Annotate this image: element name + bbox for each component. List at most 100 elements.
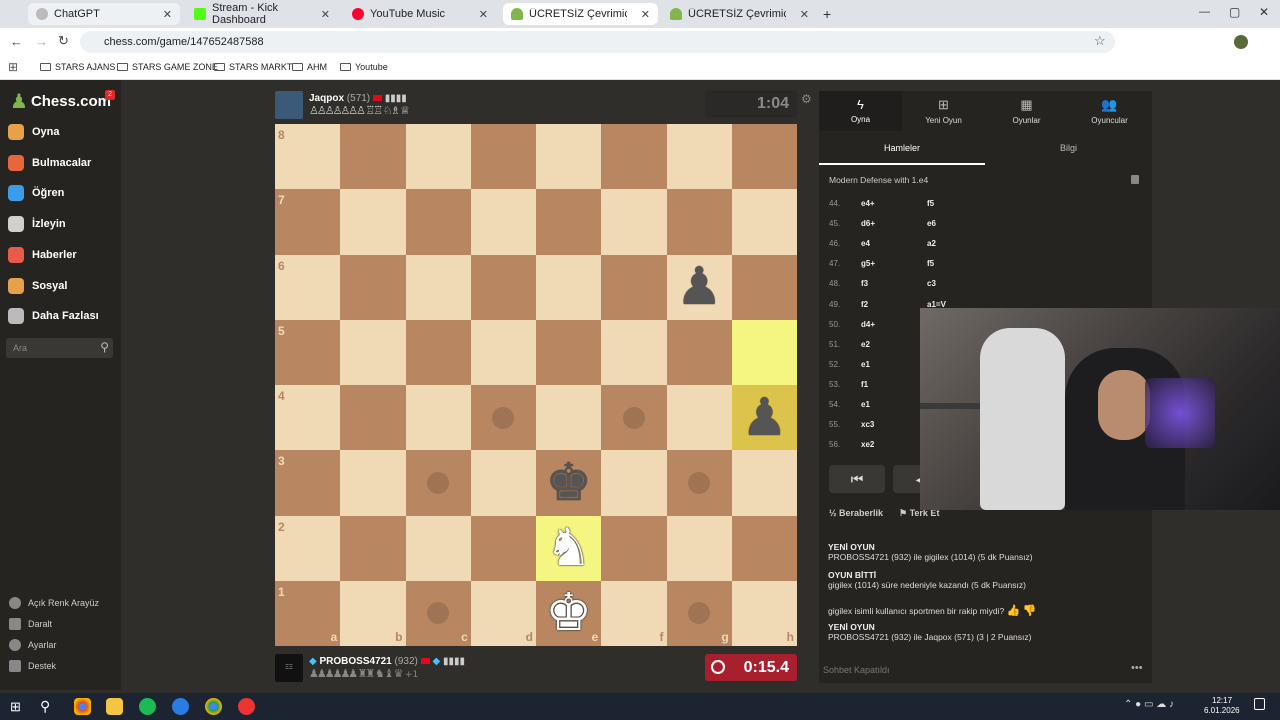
bookmark-youtube[interactable]: Youtube (340, 62, 388, 72)
black-move[interactable]: f5 (927, 259, 987, 268)
move-hint-dot[interactable] (688, 471, 711, 494)
chrome-icon[interactable] (74, 698, 91, 715)
light-theme-toggle[interactable]: Açık Renk Arayüz (9, 597, 99, 609)
move-hint-dot[interactable] (492, 406, 515, 429)
collapse-button[interactable]: Daralt (9, 618, 52, 630)
first-move-button[interactable]: ⏮ (829, 465, 885, 493)
tab-players[interactable]: 👥 Oyuncular (1068, 91, 1151, 131)
folder-icon[interactable] (106, 698, 123, 715)
app-icon[interactable] (172, 698, 189, 715)
square-d8[interactable] (470, 124, 536, 190)
avatar[interactable]: ΞΞ (275, 654, 303, 682)
white-move[interactable]: e1 (861, 400, 927, 409)
square-h1[interactable]: h (731, 580, 797, 646)
square-f7[interactable] (601, 189, 667, 255)
white-move[interactable]: f1 (861, 380, 927, 389)
square-b7[interactable] (340, 189, 406, 255)
settings-button[interactable]: Ayarlar (9, 639, 56, 651)
tab-games[interactable]: ▦ Oyunlar (985, 91, 1068, 131)
search-icon[interactable]: ⚲ (40, 698, 50, 715)
profile-avatar[interactable] (1234, 35, 1248, 49)
board-settings-icon[interactable]: ⚙ (801, 92, 812, 106)
square-e8[interactable] (536, 124, 602, 190)
black-move[interactable]: c3 (927, 279, 987, 288)
tab-play[interactable]: ϟ Oyna (819, 91, 902, 131)
move-hint-dot[interactable] (427, 471, 450, 494)
url-field[interactable]: chess.com/game/147652487588 (80, 31, 1115, 53)
white-move[interactable]: e4 (861, 239, 927, 248)
book-icon[interactable] (1131, 175, 1139, 184)
square-c4[interactable] (405, 385, 471, 451)
square-b4[interactable] (340, 385, 406, 451)
chrome-icon[interactable] (205, 698, 222, 715)
square-f1[interactable]: f (601, 580, 667, 646)
square-f4[interactable] (601, 385, 667, 451)
thumbs-up-icon[interactable]: 👍 (1007, 605, 1021, 617)
white-move[interactable]: d6+ (861, 219, 927, 228)
square-g3[interactable] (666, 450, 732, 516)
square-c5[interactable] (405, 319, 471, 385)
square-f8[interactable] (601, 124, 667, 190)
move-hint-dot[interactable] (622, 406, 645, 429)
square-b5[interactable] (340, 319, 406, 385)
square-b3[interactable] (340, 450, 406, 516)
close-icon[interactable]: ✕ (800, 8, 809, 21)
square-d7[interactable] (470, 189, 536, 255)
browser-tab-1[interactable]: Stream - Kick Dashboard ✕ (186, 2, 338, 26)
avatar[interactable] (275, 91, 303, 119)
square-a8[interactable]: 8 (275, 124, 341, 190)
move-hint-dot[interactable] (688, 602, 711, 625)
square-f5[interactable] (601, 319, 667, 385)
more-icon[interactable]: ••• (1131, 662, 1143, 674)
square-d2[interactable] (470, 515, 536, 581)
square-c3[interactable] (405, 450, 471, 516)
square-e6[interactable] (536, 254, 602, 320)
new-tab-icon[interactable]: + (823, 6, 831, 22)
white-move[interactable]: xe2 (861, 440, 927, 449)
white-move[interactable]: d4+ (861, 320, 927, 329)
back-icon[interactable]: ← (10, 34, 23, 49)
windows-start-icon[interactable]: ⊞ (10, 699, 21, 715)
move-hint-dot[interactable] (427, 602, 450, 625)
browser-tab-3[interactable]: ÜCRETSİZ Çevrimiçi Satranç ✕ (503, 3, 658, 25)
white-knight-e2[interactable]: ♞ (536, 516, 601, 581)
white-move[interactable]: xc3 (861, 420, 927, 429)
notification-icon[interactable] (1254, 698, 1265, 710)
square-h6[interactable] (731, 254, 797, 320)
support-button[interactable]: Destek (9, 660, 56, 672)
bookmark-stars-markt[interactable]: STARS MARKT (214, 62, 292, 72)
chess-logo[interactable]: ♟ Chess.com (10, 89, 111, 113)
browser-tab-4[interactable]: ÜCRETSİZ Çevrimiçi Satranç ✕ (662, 3, 817, 25)
square-c2[interactable] (405, 515, 471, 581)
close-icon[interactable]: ✕ (321, 8, 330, 21)
black-pawn-g6[interactable]: ♟ (667, 255, 732, 320)
square-h7[interactable] (731, 189, 797, 255)
square-f6[interactable] (601, 254, 667, 320)
black-move[interactable]: e6 (927, 219, 987, 228)
white-move[interactable]: g5+ (861, 259, 927, 268)
black-move[interactable]: f5 (927, 199, 987, 208)
square-a3[interactable]: 3 (275, 450, 341, 516)
white-move[interactable]: e1 (861, 360, 927, 369)
square-d4[interactable] (470, 385, 536, 451)
top-player-name[interactable]: Jaqpox (309, 93, 344, 104)
close-icon[interactable]: ✕ (163, 8, 172, 21)
square-e7[interactable] (536, 189, 602, 255)
square-f3[interactable] (601, 450, 667, 516)
square-b1[interactable]: b (340, 580, 406, 646)
square-a4[interactable]: 4 (275, 385, 341, 451)
square-g8[interactable] (666, 124, 732, 190)
thumbs-down-icon[interactable]: 👎 (1023, 605, 1037, 617)
bottom-player-name[interactable]: PROBOSS4721 (319, 656, 391, 667)
square-h3[interactable] (731, 450, 797, 516)
square-b6[interactable] (340, 254, 406, 320)
bookmark-ahm[interactable]: AHM (292, 62, 327, 72)
square-c1[interactable]: c (405, 580, 471, 646)
bookmark-stars-game-zone[interactable]: STARS GAME ZONE (117, 62, 218, 72)
notification-badge[interactable]: 2 (105, 90, 115, 100)
square-e2[interactable]: ♞ (536, 515, 602, 581)
black-king-e3[interactable]: ♚ (536, 450, 601, 515)
maximize-icon[interactable]: ▢ (1229, 5, 1240, 19)
forward-icon[interactable]: → (35, 34, 48, 49)
minimize-icon[interactable]: — (1199, 6, 1210, 18)
